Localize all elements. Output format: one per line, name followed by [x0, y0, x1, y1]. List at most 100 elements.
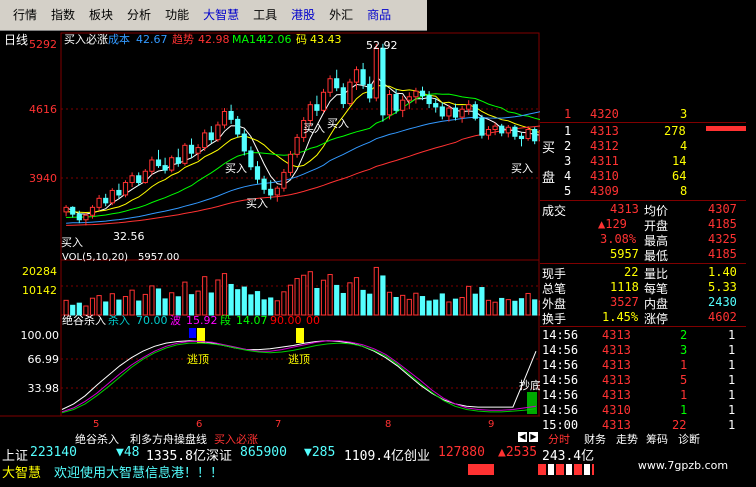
- volume-bar: [347, 282, 353, 316]
- main-chart-frame: [60, 32, 540, 261]
- candle-body: [202, 132, 208, 149]
- sh-index-value: 223140: [30, 445, 77, 460]
- x-tick-label: 6: [196, 419, 202, 430]
- cy-index-value: 127880: [438, 445, 485, 460]
- volume-bar: [301, 274, 307, 316]
- menu-forex[interactable]: 外汇: [322, 0, 360, 31]
- candle-body: [512, 126, 518, 137]
- x-tick-label: 7: [275, 419, 281, 430]
- candle-body: [136, 175, 142, 184]
- candle-body: [340, 87, 346, 105]
- volume-bar: [459, 296, 465, 316]
- brand-label[interactable]: 大智慧: [2, 462, 41, 481]
- candle-body: [446, 107, 452, 117]
- scroll-left-button[interactable]: ◀: [518, 432, 527, 442]
- volume-bar: [122, 296, 129, 316]
- menu-bar: 行情 指数 板块 分析 功能 大智慧 工具 港股 外汇 商品: [0, 0, 427, 31]
- volume-value: 5957.00: [138, 252, 179, 263]
- order-volume-bar: [706, 126, 746, 131]
- osc-item-value: 15.92: [186, 314, 218, 327]
- osc-item-label: 杀入: [108, 313, 130, 327]
- candle-body: [96, 197, 102, 208]
- candle-body: [221, 110, 228, 126]
- tick-row: 14:56 4313 1 1: [542, 358, 736, 372]
- watermark-text: www.7gpzb.com: [610, 444, 756, 487]
- candle-body: [406, 96, 412, 101]
- candle-body: [149, 159, 155, 172]
- volume-bar: [116, 299, 122, 316]
- volume-bar: [446, 301, 452, 316]
- chart-area[interactable]: 日线 买入必涨 成本 42.67 趋势 42.98 MA14 42.06 码 4…: [0, 31, 540, 431]
- buy-signal-label: 买入: [225, 162, 247, 175]
- volume-bar: [287, 284, 294, 316]
- candle-body: [492, 125, 498, 131]
- candle-body: [182, 144, 188, 164]
- period-label[interactable]: 日线: [4, 33, 28, 47]
- volume-bar: [367, 293, 373, 316]
- candle-body: [320, 91, 327, 111]
- order-book-row: 1 4313 278: [540, 124, 746, 139]
- candle-body: [327, 78, 333, 93]
- candle-body: [505, 126, 511, 134]
- candle-body: [499, 125, 505, 134]
- volume-bar: [452, 298, 459, 316]
- candle-body: [109, 189, 115, 204]
- quote-row: 外盘 3527 内盘 2430: [542, 295, 737, 311]
- trend-label: 趋势: [172, 33, 194, 46]
- candle-body: [89, 206, 96, 216]
- menu-index[interactable]: 指数: [44, 0, 82, 31]
- volume-bar: [485, 299, 492, 316]
- volume-bar: [334, 284, 340, 316]
- menu-commodities[interactable]: 商品: [360, 0, 398, 31]
- menu-hk-stocks[interactable]: 港股: [284, 0, 322, 31]
- menu-dzh[interactable]: 大智慧: [196, 0, 246, 31]
- candle-body: [188, 144, 195, 154]
- menu-quotes[interactable]: 行情: [6, 0, 44, 31]
- volume-bar: [142, 293, 148, 316]
- candle-body: [419, 90, 426, 97]
- cost-value: 42.67: [136, 33, 168, 46]
- candle-body: [261, 178, 267, 190]
- panel-separator: [540, 200, 746, 201]
- menu-analysis[interactable]: 分析: [120, 0, 158, 31]
- candle-body: [129, 175, 135, 184]
- volume-indicator-label: VOL(5,10,20): [62, 252, 128, 263]
- candle-body: [287, 153, 294, 173]
- volume-bar: [169, 292, 175, 316]
- volume-y-tick: 20284: [22, 265, 57, 278]
- order-book-row: 3 4311 14: [564, 154, 687, 168]
- buy-signal-label: 买入: [246, 197, 268, 210]
- candle-body: [215, 124, 221, 141]
- osc-purple-line: [61, 340, 537, 413]
- welcome-message: 欢迎使用大智慧信息港！！！: [54, 466, 224, 481]
- candle-body: [228, 110, 234, 120]
- volume-bar: [433, 299, 439, 316]
- candle-body: [314, 104, 320, 111]
- bottom-buy-label: 抄底: [519, 378, 540, 392]
- panel-separator: [540, 326, 746, 327]
- candle-body: [241, 133, 247, 152]
- sz-index-change: ▼285: [304, 445, 336, 460]
- candle-body: [466, 104, 472, 110]
- volume-bar: [499, 297, 505, 316]
- menu-tools[interactable]: 工具: [246, 0, 284, 31]
- volume-bar: [505, 299, 511, 316]
- candle-body: [175, 157, 181, 164]
- candle-body: [459, 108, 465, 118]
- quote-row: 现手 22 量比 1.40: [542, 265, 737, 281]
- candle-body: [353, 69, 360, 83]
- x-tick-label: 9: [488, 419, 494, 430]
- menu-sector[interactable]: 板块: [82, 0, 120, 31]
- scroll-right-button[interactable]: ▶: [529, 432, 538, 442]
- candle-body: [479, 117, 485, 136]
- volume-bar: [314, 287, 320, 316]
- volume-bar: [419, 296, 426, 316]
- volume-bar: [274, 300, 280, 316]
- indicator-tabs: 绝谷杀入 利多方舟操盘线 买入必涨 ◀ ▶: [0, 431, 540, 446]
- volume-bar: [281, 291, 287, 316]
- candle-body: [532, 129, 538, 142]
- volume-bar: [525, 292, 531, 316]
- volume-bar: [472, 293, 478, 316]
- menu-functions[interactable]: 功能: [158, 0, 196, 31]
- candle-body: [268, 188, 274, 196]
